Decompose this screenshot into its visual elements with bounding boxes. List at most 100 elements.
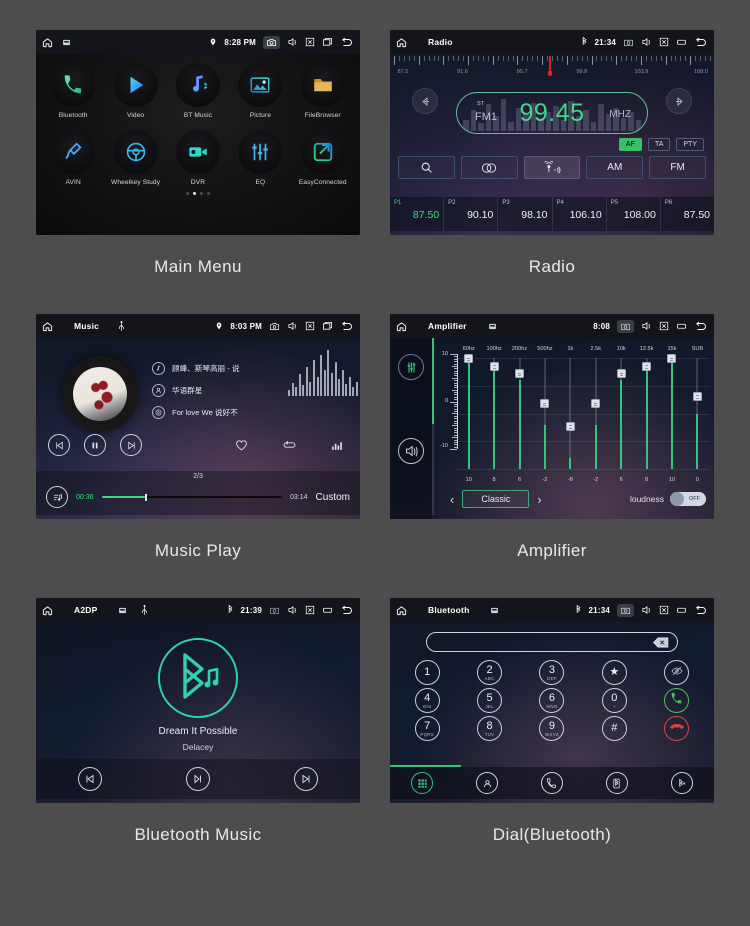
eq-band[interactable]: 1k -8 (558, 346, 583, 483)
dialpad-key-8[interactable]: 8 TUV (477, 716, 503, 741)
app-bluetooth[interactable]: Bluetooth (44, 61, 102, 119)
volume-mode-button[interactable] (398, 438, 424, 464)
close-icon[interactable] (659, 321, 669, 331)
eq-band-knob[interactable] (489, 361, 499, 371)
progress-bar[interactable] (101, 493, 283, 501)
dialpad-key-9[interactable]: 9 WXYZ (539, 716, 565, 741)
app-wheelkey-study[interactable]: Wheelkey Study (107, 128, 165, 186)
stereo-button[interactable] (460, 156, 518, 179)
dialpad-call-button[interactable] (664, 688, 690, 713)
dialpad-key-★[interactable]: ★ (601, 660, 627, 685)
camera-icon[interactable] (623, 38, 634, 47)
home-icon[interactable] (396, 321, 407, 332)
app-video[interactable]: Video (107, 61, 165, 119)
fm-button[interactable]: FM (649, 156, 706, 179)
eq-band-knob[interactable] (540, 399, 550, 408)
eq-band-track[interactable] (696, 358, 699, 469)
dialpad-key-0[interactable]: 0 + (601, 688, 627, 713)
back-icon[interactable] (694, 321, 708, 332)
app-filebrowser[interactable]: FileBrowser (294, 61, 352, 119)
dial-screen[interactable]: Bluetooth 21:34 1 2 ABC 3 DEF ★ 4 GHI 5 JKL 6 MNO 0 (390, 598, 714, 803)
home-icon[interactable] (396, 37, 407, 48)
eq-band-knob[interactable] (591, 399, 601, 408)
favorite-button[interactable] (230, 434, 252, 456)
eq-band-track[interactable] (594, 358, 597, 469)
volume-icon[interactable] (287, 37, 298, 47)
dialpad-key-6[interactable]: 6 MNO (539, 688, 565, 713)
page-dots[interactable] (36, 186, 360, 196)
eq-band[interactable]: SUB 0 (685, 346, 710, 483)
dialpad-key-1[interactable]: 1 (414, 660, 440, 685)
preset-p4[interactable]: P4 106.10 (553, 197, 607, 231)
eq-band-knob[interactable] (692, 391, 702, 401)
eq-band-track[interactable] (569, 358, 572, 469)
close-icon[interactable] (659, 605, 669, 615)
home-icon[interactable] (396, 605, 407, 616)
search-button[interactable] (398, 156, 455, 179)
volume-icon[interactable] (287, 605, 298, 615)
dialpad-key-#[interactable]: # (601, 716, 627, 741)
home-icon[interactable] (42, 605, 53, 616)
dialpad-key-5[interactable]: 5 JKL (477, 688, 503, 713)
radio-tuner-scale[interactable]: 87.5 91.6 95.7 99.8 103.9 108.0 (390, 54, 714, 88)
app-eq[interactable]: EQ (231, 128, 289, 186)
volume-icon[interactable] (641, 605, 652, 615)
radio-screen[interactable]: Radio 21:34 87.5 91.6 95.7 99.8 103.9 108.0 (390, 30, 714, 235)
preset-p2[interactable]: P2 90.10 (444, 197, 499, 231)
repeat-button[interactable] (278, 434, 300, 456)
af-button[interactable]: AF (618, 138, 642, 151)
previous-button[interactable] (78, 767, 102, 791)
pause-button[interactable] (84, 434, 106, 456)
eq-band[interactable]: 200hz 6 (507, 346, 532, 483)
page-dot[interactable] (200, 192, 204, 196)
eq-band[interactable]: 10k 6 (608, 346, 633, 483)
eq-band-knob[interactable] (464, 354, 474, 363)
backspace-icon[interactable] (653, 637, 669, 648)
close-icon[interactable] (305, 605, 315, 615)
volume-icon[interactable] (287, 321, 298, 331)
dialpad-key-3[interactable]: 3 DEF (539, 660, 565, 685)
preset-p1[interactable]: P1 87.50 (390, 197, 445, 231)
close-icon[interactable] (305, 37, 315, 47)
app-picture[interactable]: Picture (231, 61, 289, 119)
eq-band[interactable]: 60hz 10 (456, 346, 481, 483)
page-dot[interactable] (207, 192, 211, 196)
phone-sync-tab[interactable] (605, 772, 628, 794)
local-distance-button[interactable] (523, 156, 581, 179)
loudness-toggle[interactable]: OFF (670, 492, 706, 506)
recents-icon[interactable] (676, 606, 687, 614)
recents-icon[interactable] (322, 606, 333, 614)
eq-band-knob[interactable] (667, 354, 677, 363)
back-icon[interactable] (340, 605, 354, 616)
pty-button[interactable]: PTY (676, 138, 704, 151)
eq-band-knob[interactable] (642, 361, 652, 371)
app-bt-music[interactable]: BT Music (169, 61, 227, 119)
recents-icon[interactable] (676, 322, 687, 330)
eq-band-track[interactable] (670, 358, 673, 469)
contacts-tab[interactable] (476, 772, 499, 794)
preset-p6[interactable]: P6 87.50 (661, 197, 714, 231)
eq-preset-label[interactable]: Custom (316, 492, 350, 503)
page-dot-active[interactable] (192, 192, 196, 196)
eq-band-track[interactable] (645, 358, 648, 469)
call-history-tab[interactable] (540, 772, 563, 794)
preset-p5[interactable]: P5 108.00 (607, 197, 661, 231)
eq-band[interactable]: 100hz 8 (481, 346, 506, 483)
eq-band-track[interactable] (467, 358, 470, 469)
previous-button[interactable] (48, 434, 70, 456)
play-pause-button[interactable] (186, 767, 210, 791)
eq-band[interactable]: 15k 10 (659, 346, 684, 483)
amplifier-screen[interactable]: Amplifier 8:08 10 0 -10 60hz 10 100hz 8 … (390, 314, 714, 519)
eq-band-knob[interactable] (565, 421, 575, 431)
back-icon[interactable] (694, 37, 708, 48)
eq-band-knob[interactable] (616, 369, 626, 378)
am-button[interactable]: AM (586, 156, 644, 179)
tune-down-button[interactable] (412, 88, 438, 114)
eq-band[interactable]: 500hz -2 (532, 346, 557, 483)
eq-band-knob[interactable] (515, 369, 525, 378)
home-icon[interactable] (42, 321, 53, 332)
dialpad-hangup-button[interactable] (664, 716, 690, 741)
preset-next-button[interactable]: › (529, 492, 549, 507)
eq-band[interactable]: 12.5k 8 (634, 346, 659, 483)
dialpad-key-2[interactable]: 2 ABC (477, 660, 503, 685)
